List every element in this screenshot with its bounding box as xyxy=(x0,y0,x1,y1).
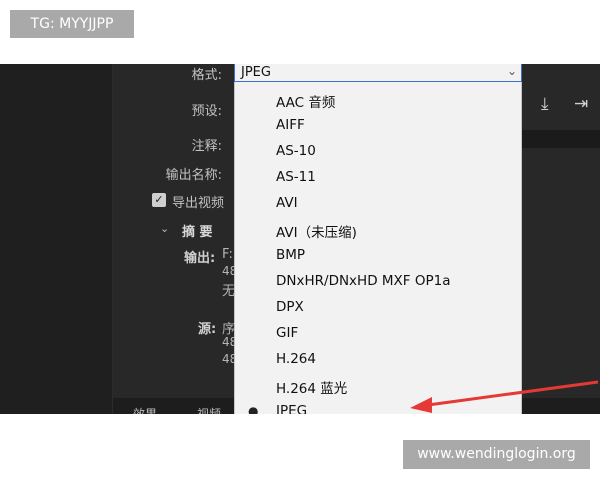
arrow-shaft xyxy=(427,380,599,407)
export-settings-window: 格式: 预设: 注释: 输出名称: ✓ 导出视频 ⌄ 摘 要 输出: F: 48… xyxy=(0,64,600,414)
arrow-head xyxy=(410,397,432,413)
tag-label: TG: MYYJJPP xyxy=(10,10,134,38)
watermark-label: www.wendinglogin.org xyxy=(403,440,590,469)
arrow-icon xyxy=(410,380,599,413)
